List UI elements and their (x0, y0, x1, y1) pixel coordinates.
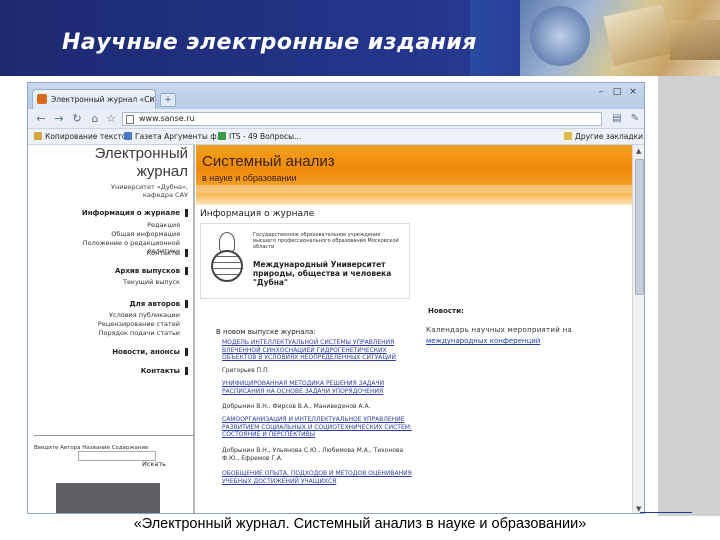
wrench-icon[interactable]: ✎ (628, 112, 642, 126)
page-menu-icon[interactable]: ▤ (610, 112, 624, 126)
sidebar-link[interactable]: Порядок подачи статьи (68, 329, 180, 337)
scroll-up-icon[interactable]: ▲ (636, 147, 641, 155)
university-description: Государственное образовательное учрежден… (253, 232, 399, 250)
bookmark-item[interactable]: Копирование текстов (34, 132, 131, 141)
other-bookmarks[interactable]: Другие закладки (564, 132, 643, 141)
maximize-button[interactable]: □ (610, 85, 624, 99)
issue-heading: В новом выпуске журнала: (216, 328, 316, 336)
sidebar-marker (185, 300, 188, 308)
sidebar-marker (185, 348, 188, 356)
browser-window: Электронный журнал «Си... × + – □ × ← → … (27, 82, 645, 514)
scrollbar[interactable]: ▲ ▼ (632, 145, 644, 513)
sidebar-marker (185, 249, 188, 257)
article-title-link[interactable]: ОБОБЩЕНИЕ ОПЫТА, ПОДХОДОВ И МЕТОДОВ ОЦЕН… (222, 470, 418, 485)
address-url: www.sanse.ru (139, 114, 195, 123)
banner-fade (196, 193, 632, 205)
globe-icon (211, 250, 243, 282)
sidebar-link[interactable]: Рецензирование статей (68, 320, 180, 328)
sidebar-link[interactable]: Общая информация (68, 230, 180, 238)
sidebar-head-archive[interactable]: Архив выпусков (68, 267, 180, 275)
header-photo (520, 0, 720, 76)
caption-rule (640, 512, 692, 513)
bookmark-item[interactable]: ITS - 49 Вопросы... (218, 132, 301, 141)
journal-banner: Системный анализ в науке и образовании (196, 145, 632, 205)
article-title-link[interactable]: МОДЕЛЬ ИНТЕЛЛЕКТУАЛЬНОЙ СИСТЕМЫ УПРАВЛЕН… (222, 339, 418, 362)
sidebar-marker (185, 267, 188, 275)
sidebar-link[interactable]: Редакция (68, 221, 180, 229)
folder-icon (564, 132, 572, 140)
article-title-link[interactable]: САМООРГАНИЗАЦИЯ И ИНТЕЛЛЕКТУАЛЬНОЕ УПРАВ… (222, 416, 418, 439)
close-window-button[interactable]: × (626, 85, 640, 99)
university-box: Государственное образовательное учрежден… (200, 223, 410, 299)
browser-toolbar: ← → ↻ ⌂ ☆ www.sanse.ru ▤ ✎ (28, 109, 644, 129)
news-link[interactable]: международных конференций (426, 337, 540, 345)
browser-titlebar: Электронный журнал «Си... × + – □ × (28, 83, 644, 109)
info-section-title: Информация о журнале (200, 209, 315, 219)
emblem-figure (219, 232, 235, 252)
journal-affiliation: Университет «Дубна», кафедра САУ (110, 183, 188, 199)
new-tab-button[interactable]: + (160, 93, 176, 107)
sidebar-marker (185, 367, 188, 375)
coins-image (670, 20, 720, 60)
counter-banner (56, 483, 160, 513)
scroll-thumb[interactable] (635, 159, 644, 295)
web-page: Электронный журнал Университет «Дубна», … (28, 145, 632, 513)
page-icon (126, 115, 134, 124)
slide-title: Научные электронные издания (62, 30, 477, 55)
clock-image (530, 6, 590, 66)
forward-icon[interactable]: → (52, 112, 66, 126)
tab-close-icon[interactable]: × (149, 94, 155, 103)
news-heading: Новости: (428, 307, 464, 315)
sidebar-link[interactable]: Текущий выпуск (68, 278, 180, 286)
banner-subtitle: в науке и образовании (202, 173, 297, 183)
slide: Научные электронные издания Электронный … (0, 0, 720, 540)
reload-icon[interactable]: ↻ (70, 112, 84, 126)
university-name[interactable]: Международный Университет природы, общес… (253, 260, 408, 287)
sidebar-marker (185, 209, 188, 217)
sidebar-head-contacts[interactable]: Контакты (68, 367, 180, 375)
tab-journal[interactable]: Электронный журнал «Си... × (32, 89, 156, 109)
article-title-link[interactable]: УНИФИЦИРОВАННАЯ МЕТОДИКА РЕШЕНИЯ ЗАДАЧИ … (222, 380, 418, 395)
university-emblem-icon (209, 232, 245, 282)
bookmark-icon (218, 132, 226, 140)
right-band (658, 76, 720, 516)
sidebar-link[interactable]: Условия публикации (68, 311, 180, 319)
search-button[interactable]: Искать (142, 460, 166, 468)
sidebar-head-authors[interactable]: Для авторов (68, 300, 180, 308)
article-authors: Добрынин В.Н., Фирсов В.А., Маниведенов … (222, 403, 371, 410)
sidebar-head-info[interactable]: Информация о журнале (68, 209, 180, 217)
sidebar-head-news[interactable]: Новости, анонсы (68, 348, 180, 356)
home-icon[interactable]: ⌂ (88, 112, 102, 126)
minimize-button[interactable]: – (594, 85, 608, 99)
favicon-icon (37, 94, 47, 104)
banner-title: Системный анализ (202, 153, 335, 170)
sidebar-link[interactable]: Контакты (68, 249, 180, 257)
article-authors: Григорьев П.П. (222, 367, 270, 374)
bookmark-item[interactable]: Газета Аргументы ф... (124, 132, 224, 141)
news-text: Календарь научных мероприятий на (426, 326, 573, 334)
slide-header: Научные электронные издания (0, 0, 720, 76)
bookmark-icon (124, 132, 132, 140)
back-icon[interactable]: ← (34, 112, 48, 126)
tab-title: Электронный журнал «Си... (51, 95, 156, 104)
star-icon[interactable]: ☆ (104, 112, 118, 126)
bookmarks-bar: Копирование текстов Газета Аргументы ф..… (28, 129, 644, 145)
banner-stripe (196, 185, 632, 193)
paper-image (603, 4, 673, 66)
slide-caption: «Электронный журнал. Системный анализ в … (133, 516, 587, 532)
journal-logo[interactable]: Электронный журнал (64, 145, 188, 181)
article-authors: Добрынин В.Н., Ульянова С.Ю., Любимова М… (222, 447, 404, 462)
address-bar[interactable]: www.sanse.ru (122, 112, 602, 126)
bookmark-icon (34, 132, 42, 140)
